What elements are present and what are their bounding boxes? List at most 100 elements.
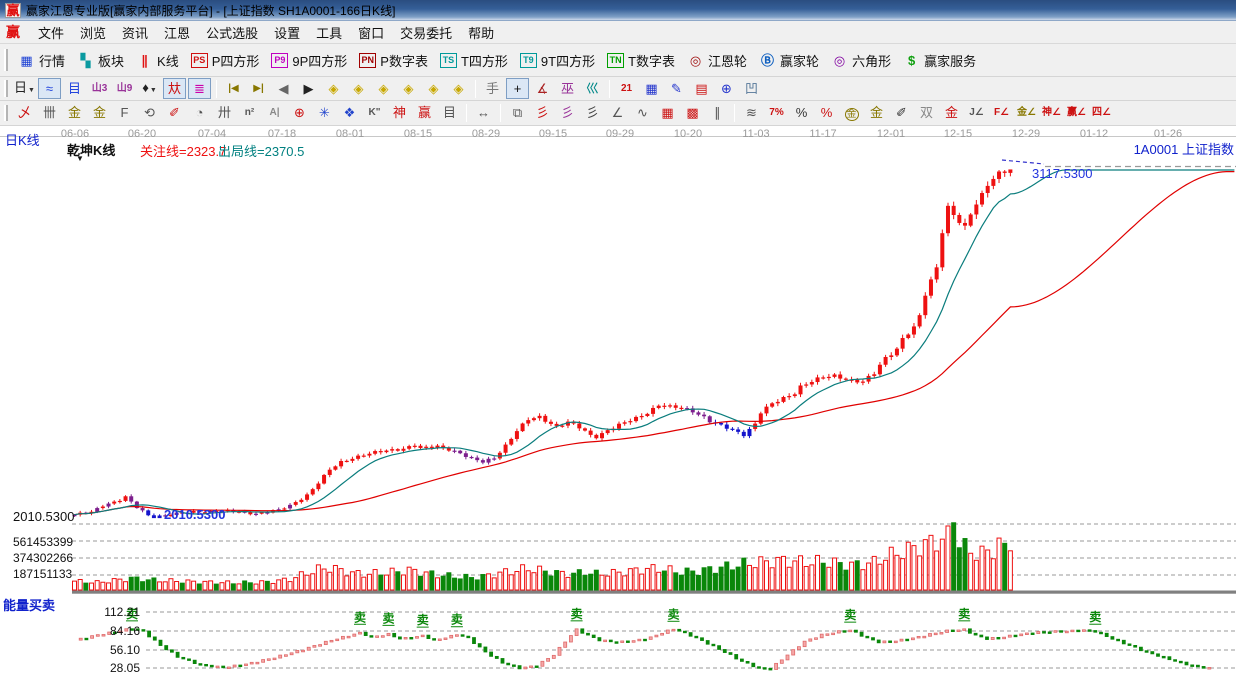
shen-angle-button[interactable]: 神∠	[1040, 103, 1063, 124]
f-angle-button[interactable]: F∠	[990, 103, 1013, 124]
ying-angle-button[interactable]: 赢∠	[1065, 103, 1088, 124]
vertical-text-button[interactable]: A|	[263, 103, 286, 124]
diamond-right-button[interactable]: ◈	[347, 78, 370, 99]
toolbar-grip[interactable]	[4, 104, 8, 122]
wave-9-button[interactable]: 山9	[113, 78, 136, 99]
spiral-button[interactable]: ⟲	[138, 103, 161, 124]
diamond-hswap-button[interactable]: ◈	[372, 78, 395, 99]
boxed-rays-button[interactable]: ❖	[338, 103, 361, 124]
red-grid-arrow-button[interactable]: ▩	[681, 103, 704, 124]
hand-tool-button[interactable]: 手	[481, 78, 504, 99]
percent-7-button[interactable]: 7%	[765, 103, 788, 124]
boxed-fan-purple-button[interactable]: 彡	[556, 103, 579, 124]
wave-check-button[interactable]: ∿	[631, 103, 654, 124]
circle-cross-button[interactable]: ⊕	[288, 103, 311, 124]
volume-profile-button[interactable]: ≣	[188, 78, 211, 99]
workstation-button[interactable]: 凹	[740, 78, 763, 99]
grid-lines-button[interactable]: 卌	[38, 103, 61, 124]
ying-tool-button[interactable]: 赢	[413, 103, 436, 124]
sectors-button[interactable]: ▚ 板块	[71, 48, 130, 73]
kline-type-selector[interactable]: 乾坤K线 ▼	[67, 140, 115, 163]
boxed-fan-dark-button[interactable]: 彡	[581, 103, 604, 124]
candle-style-button[interactable]: ♦▼	[138, 78, 161, 99]
menu-item-0[interactable]: 文件	[30, 21, 72, 44]
n-square-button[interactable]: n²	[238, 103, 261, 124]
p-number-table-button[interactable]: PN P数字表	[353, 48, 434, 73]
h-span-button[interactable]: ↔	[472, 103, 495, 124]
zigzag-chart-button[interactable]: ≈	[38, 78, 61, 99]
period-selector-button[interactable]: 日▼	[13, 78, 36, 99]
diamond-left-button[interactable]: ◈	[322, 78, 345, 99]
measure-bars-button[interactable]: ≋	[740, 103, 763, 124]
red-grid-button[interactable]: ▦	[656, 103, 679, 124]
angle-rays-button[interactable]: ∠	[606, 103, 629, 124]
winner-service-button[interactable]: $ 赢家服务	[897, 48, 982, 73]
j-angle-button[interactable]: J∠	[965, 103, 988, 124]
diamond-move-button[interactable]: ◈	[447, 78, 470, 99]
menu-item-7[interactable]: 窗口	[350, 21, 392, 44]
gann-wheel-button[interactable]: ◎ 江恩轮	[681, 48, 753, 73]
gold-angle-button[interactable]: 金∠	[1015, 103, 1038, 124]
gold-circle-button[interactable]: 金	[840, 103, 863, 124]
menu-item-6[interactable]: 工具	[308, 21, 350, 44]
nav-first-button[interactable]: |◀	[222, 78, 245, 99]
fractal-tool-button[interactable]: 巛	[581, 78, 604, 99]
notes-button[interactable]: ✎	[665, 78, 688, 99]
price-grid-button[interactable]: 目	[438, 103, 461, 124]
k-quote-button[interactable]: K"	[363, 103, 386, 124]
red-marker-button[interactable]: ✐	[163, 103, 186, 124]
time-ruler-button[interactable]: 卅	[213, 103, 236, 124]
parallel-lines-button[interactable]: ∥	[706, 103, 729, 124]
gold-extension-button[interactable]: 金	[88, 103, 111, 124]
diamond-compress-button[interactable]: ◈	[397, 78, 420, 99]
diamond-star-button[interactable]: ◈	[422, 78, 445, 99]
gold-level-button[interactable]: 金	[865, 103, 888, 124]
indicator-name-label[interactable]: 能量买卖	[3, 595, 55, 614]
menu-item-1[interactable]: 浏览	[72, 21, 114, 44]
note-list-button[interactable]: 目	[63, 78, 86, 99]
p-square-button[interactable]: PS P四方形	[185, 48, 266, 73]
menu-item-8[interactable]: 交易委托	[392, 21, 460, 44]
box-select-button[interactable]: ⧉	[506, 103, 529, 124]
fan-lines-button[interactable]: 彡	[531, 103, 554, 124]
chart-canvas[interactable]: 卖卖卖卖卖卖卖卖卖卖	[0, 126, 1236, 683]
9t-square-button[interactable]: T9 9T四方形	[514, 48, 601, 73]
star-rays-button[interactable]: ✳	[313, 103, 336, 124]
menu-item-3[interactable]: 江恩	[156, 21, 198, 44]
crosshair-tool-button[interactable]: +	[506, 78, 529, 99]
hexagon-button[interactable]: ◎ 六角形	[825, 48, 897, 73]
menu-item-4[interactable]: 公式选股	[198, 21, 266, 44]
toolbar-grip[interactable]	[4, 48, 8, 72]
percent-line-button[interactable]: %	[815, 103, 838, 124]
calculator-button[interactable]: ▦	[640, 78, 663, 99]
kline-button[interactable]: ∥ K线	[130, 48, 185, 73]
menu-item-9[interactable]: 帮助	[460, 21, 502, 44]
fibo-f-button[interactable]: F	[113, 103, 136, 124]
angle-measure-button[interactable]: ∡	[531, 78, 554, 99]
9p-square-button[interactable]: P9 9P四方形	[265, 48, 353, 73]
nav-next-button[interactable]: ▶	[297, 78, 320, 99]
winner-wheel-button[interactable]: Ⓑ 赢家轮	[753, 48, 825, 73]
wave-3-button[interactable]: 山3	[88, 78, 111, 99]
gold-section-button[interactable]: 金	[63, 103, 86, 124]
gold-red-button[interactable]: 金	[940, 103, 963, 124]
brush-tool-button[interactable]: 乄	[13, 103, 36, 124]
save-button[interactable]: ▤	[690, 78, 713, 99]
percent-button[interactable]: %	[790, 103, 813, 124]
shen-tool-button[interactable]: 神	[388, 103, 411, 124]
network-button[interactable]: ⊕	[715, 78, 738, 99]
nav-prev-button[interactable]: ◀	[272, 78, 295, 99]
t-square-button[interactable]: TS T四方形	[434, 48, 514, 73]
toolbar-grip[interactable]	[4, 80, 8, 97]
si-angle-button[interactable]: 四∠	[1090, 103, 1113, 124]
calendar-21-button[interactable]: 21	[615, 78, 638, 99]
t-number-table-button[interactable]: TN T数字表	[601, 48, 681, 73]
wave-ab-button[interactable]: 双	[915, 103, 938, 124]
gann-shape-button[interactable]: 巫	[556, 78, 579, 99]
ink-pen-button[interactable]: ✐	[890, 103, 913, 124]
time-cycle-button[interactable]: ◔	[188, 103, 211, 124]
menu-item-2[interactable]: 资讯	[114, 21, 156, 44]
quotes-button[interactable]: ▦ 行情	[12, 48, 71, 73]
qiankun-pattern-button[interactable]: 夶	[163, 78, 186, 99]
nav-last-button[interactable]: ▶|	[247, 78, 270, 99]
